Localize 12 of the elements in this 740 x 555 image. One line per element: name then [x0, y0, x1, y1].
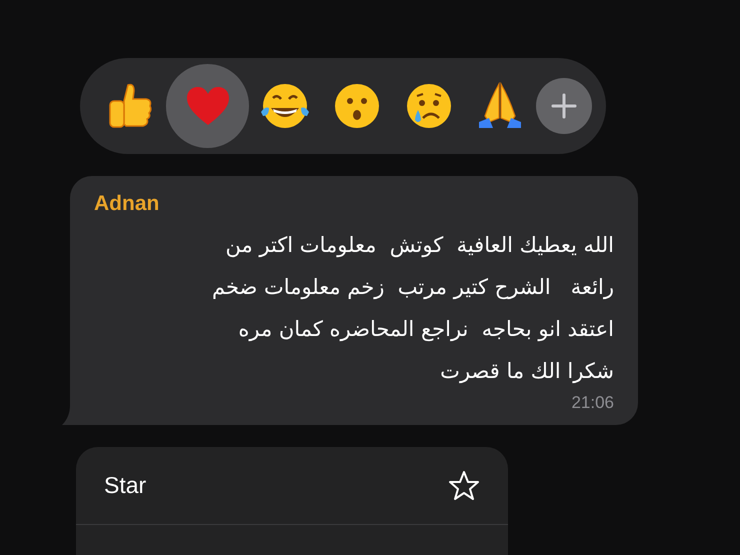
- menu-item[interactable]: Star: [76, 447, 508, 525]
- praying-hands-icon: [477, 82, 524, 130]
- message-time: 21:06: [571, 392, 614, 414]
- emoji-icon: [332, 82, 381, 130]
- plus-icon: [551, 93, 578, 119]
- message-text: الله يعطيك العافية كوتش معلومات اكتر من رائعة الشرح كتير مرتب زخم معلومات ضخم اعتقد انو بحاجه نراجع المحاضره كمان مره شكرا الك ما قصرت: [212, 232, 614, 386]
- emoji-icon: [404, 82, 453, 130]
- menu-item-label: Star: [104, 471, 146, 500]
- laughing-face-icon: [259, 82, 312, 130]
- heart-icon: [184, 85, 231, 127]
- star-icon: [448, 470, 480, 501]
- sender-name: Adnan: [94, 191, 160, 217]
